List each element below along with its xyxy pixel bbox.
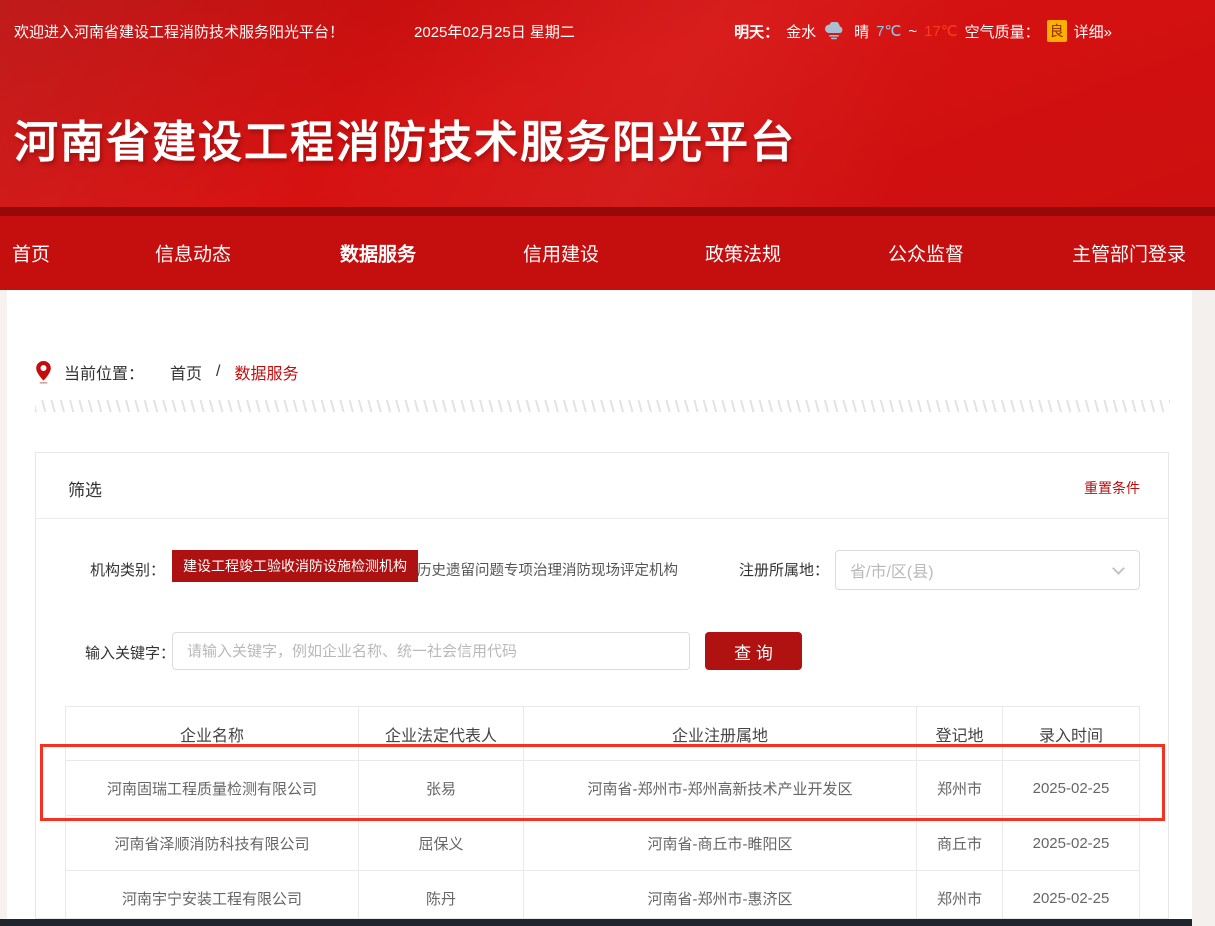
weather-condition: 晴 bbox=[854, 21, 869, 42]
cell-company: 河南固瑞工程质量检测有限公司 bbox=[66, 761, 359, 816]
filter-title: 筛选 bbox=[68, 476, 102, 501]
nav-item-credit[interactable]: 信用建设 bbox=[523, 240, 599, 267]
weather-city: 金水 bbox=[786, 21, 816, 42]
region-select[interactable]: 省/市/区(县) bbox=[835, 550, 1140, 590]
slash-divider bbox=[35, 400, 1170, 412]
cell-entry-date: 2025-02-25 bbox=[1003, 816, 1140, 871]
main-nav: 首页 信息动态 数据服务 信用建设 政策法规 公众监督 主管部门登录 bbox=[0, 207, 1215, 290]
category-option-other[interactable]: 历史遗留问题专项治理消防现场评定机构 bbox=[417, 559, 678, 580]
table-row[interactable]: 河南省泽顺消防科技有限公司 屈保义 河南省-商丘市-睢阳区 商丘市 2025-0… bbox=[66, 816, 1140, 871]
tomorrow-label: 明天： bbox=[734, 21, 779, 42]
nav-item-admin-login[interactable]: 主管部门登录 bbox=[1072, 240, 1186, 267]
cell-legal-rep: 屈保义 bbox=[359, 816, 524, 871]
table-header-row: 企业名称 企业法定代表人 企业注册属地 登记地 录入时间 bbox=[66, 707, 1140, 761]
cell-entry-date: 2025-02-25 bbox=[1003, 761, 1140, 816]
result-table: 企业名称 企业法定代表人 企业注册属地 登记地 录入时间 河南固瑞工程质量检测有… bbox=[65, 706, 1140, 919]
col-header-record-place: 登记地 bbox=[917, 707, 1003, 761]
table-row[interactable]: 河南宇宁安装工程有限公司 陈丹 河南省-郑州市-惠济区 郑州市 2025-02-… bbox=[66, 871, 1140, 920]
temp-low: 7℃ bbox=[876, 22, 901, 40]
welcome-text: 欢迎进入河南省建设工程消防技术服务阳光平台！ bbox=[14, 21, 344, 42]
date-text: 2025年02月25日 星期二 bbox=[414, 21, 575, 42]
nav-item-news[interactable]: 信息动态 bbox=[155, 240, 231, 267]
footer-bar bbox=[0, 919, 1192, 926]
breadcrumb: 当前位置： 首页 / 数据服务 bbox=[35, 360, 299, 384]
filter-panel-header: 筛选 重置条件 bbox=[36, 453, 1168, 519]
topbar: 欢迎进入河南省建设工程消防技术服务阳光平台！ 2025年02月25日 星期二 明… bbox=[0, 0, 1215, 62]
site-title: 河南省建设工程消防技术服务阳光平台 bbox=[14, 106, 796, 170]
cell-registered-place: 河南省-郑州市-惠济区 bbox=[524, 871, 917, 920]
temp-tilde: ~ bbox=[908, 23, 917, 40]
nav-item-supervision[interactable]: 公众监督 bbox=[888, 240, 964, 267]
col-header-legal-rep: 企业法定代表人 bbox=[359, 707, 524, 761]
col-header-entry-date: 录入时间 bbox=[1003, 707, 1140, 761]
air-quality-badge: 良 bbox=[1047, 20, 1067, 42]
cell-company: 河南省泽顺消防科技有限公司 bbox=[66, 816, 359, 871]
breadcrumb-label: 当前位置： bbox=[64, 360, 144, 384]
temp-high: 17℃ bbox=[924, 22, 958, 40]
category-label: 机构类别： bbox=[90, 559, 165, 580]
keyword-input[interactable] bbox=[172, 632, 690, 670]
weather-widget: 明天： 金水 晴 7℃ ~ 17℃ 空气质量： 良 详细» bbox=[734, 20, 1112, 42]
location-pin-icon bbox=[35, 360, 52, 384]
search-button[interactable]: 查 询 bbox=[705, 632, 802, 670]
category-option-selected[interactable]: 建设工程竣工验收消防设施检测机构 bbox=[172, 550, 418, 582]
col-header-company: 企业名称 bbox=[66, 707, 359, 761]
nav-item-data-service[interactable]: 数据服务 bbox=[340, 240, 416, 267]
cell-record-place: 郑州市 bbox=[917, 761, 1003, 816]
air-quality-label: 空气质量： bbox=[965, 21, 1040, 42]
nav-item-home[interactable]: 首页 bbox=[12, 240, 50, 267]
cell-registered-place: 河南省-郑州市-郑州高新技术产业开发区 bbox=[524, 761, 917, 816]
cell-registered-place: 河南省-商丘市-睢阳区 bbox=[524, 816, 917, 871]
chevron-down-icon bbox=[1112, 562, 1125, 575]
page-right-margin bbox=[1192, 290, 1215, 926]
cell-legal-rep: 陈丹 bbox=[359, 871, 524, 920]
breadcrumb-separator: / bbox=[216, 363, 220, 381]
keyword-label: 输入关键字： bbox=[85, 642, 175, 663]
region-label: 注册所属地： bbox=[739, 559, 829, 580]
breadcrumb-current: 数据服务 bbox=[234, 360, 298, 384]
cell-record-place: 商丘市 bbox=[917, 816, 1003, 871]
weather-detail-link[interactable]: 详细» bbox=[1074, 21, 1112, 42]
col-header-registered-place: 企业注册属地 bbox=[524, 707, 917, 761]
cell-company: 河南宇宁安装工程有限公司 bbox=[66, 871, 359, 920]
reset-filters-link[interactable]: 重置条件 bbox=[1084, 478, 1140, 498]
page: 欢迎进入河南省建设工程消防技术服务阳光平台！ 2025年02月25日 星期二 明… bbox=[0, 0, 1215, 926]
cloud-icon bbox=[823, 22, 847, 40]
cell-entry-date: 2025-02-25 bbox=[1003, 871, 1140, 920]
breadcrumb-home-link[interactable]: 首页 bbox=[170, 360, 202, 384]
table-row[interactable]: 河南固瑞工程质量检测有限公司 张易 河南省-郑州市-郑州高新技术产业开发区 郑州… bbox=[66, 761, 1140, 816]
filter-panel: 筛选 重置条件 机构类别： 建设工程竣工验收消防设施检测机构 历史遗留问题专项治… bbox=[35, 452, 1169, 919]
nav-item-policy[interactable]: 政策法规 bbox=[705, 240, 781, 267]
cell-record-place: 郑州市 bbox=[917, 871, 1003, 920]
page-left-margin bbox=[0, 290, 7, 926]
region-select-placeholder: 省/市/区(县) bbox=[850, 558, 934, 582]
site-header: 欢迎进入河南省建设工程消防技术服务阳光平台！ 2025年02月25日 星期二 明… bbox=[0, 0, 1215, 207]
cell-legal-rep: 张易 bbox=[359, 761, 524, 816]
